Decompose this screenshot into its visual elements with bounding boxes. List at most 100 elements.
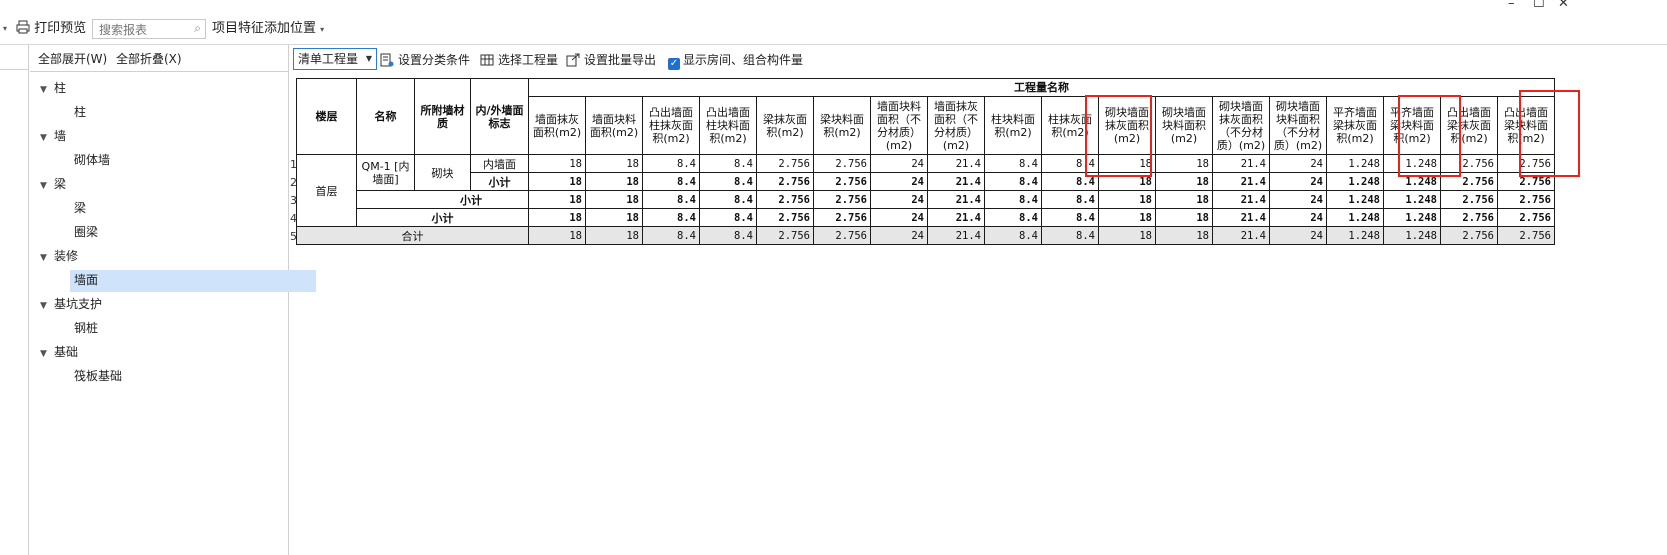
column-header: 凸出墙面柱抹灰面积(m2) xyxy=(642,96,700,155)
column-header: 墙面块料面积(m2) xyxy=(585,96,643,155)
column-header: 墙面块料面积（不分材质）(m2) xyxy=(870,96,928,155)
table-cell: 2.756 xyxy=(1440,208,1498,227)
table-cell: 2.756 xyxy=(1497,208,1555,227)
table-cell: 18 xyxy=(1155,226,1213,245)
print-preview-button[interactable]: 打印预览 xyxy=(16,20,86,38)
tree-node[interactable]: ▼ 装修 xyxy=(40,245,78,267)
table-row: 首层 QM-1 [内墙面] 砌块 内墙面 18 18 8.4 8.4 2.756 2.756 24 2… xyxy=(296,154,1555,227)
tree-node[interactable]: 钢桩 xyxy=(74,317,98,339)
item-feature-dropdown[interactable]: 项目特征添加位置 ▾ xyxy=(212,20,324,38)
batch-export-button[interactable]: 设置批量导出 xyxy=(566,52,656,68)
tree-node[interactable]: ▼ 梁 xyxy=(40,173,66,195)
tree-node-label: 梁 xyxy=(74,201,87,215)
tree-node-label: 基坑支护 xyxy=(54,297,103,311)
tree-node[interactable]: 墙面 xyxy=(74,269,98,291)
table-cell: 21.4 xyxy=(927,172,985,191)
quantity-type-value: 清单工程量 xyxy=(298,52,359,66)
table-cell: 18 xyxy=(1098,172,1156,191)
tree-node-label: 柱 xyxy=(74,105,87,119)
table-cell: 8.4 xyxy=(699,208,757,227)
quantity-type-select[interactable]: 清单工程量 ▼ xyxy=(293,48,377,70)
search-icon[interactable]: ⌕ xyxy=(194,21,201,36)
expand-arrow-icon[interactable]: ▼ xyxy=(40,79,50,101)
tree-node[interactable]: 砌体墙 xyxy=(74,149,110,171)
table-cell: 24 xyxy=(1269,208,1327,227)
left-collapsed-strip xyxy=(0,45,29,555)
tree-node[interactable]: ▼ 柱 xyxy=(40,77,66,99)
column-header: 柱抹灰面积(m2) xyxy=(1041,96,1099,155)
chevron-down-icon[interactable]: ▾ xyxy=(3,20,7,38)
close-icon[interactable]: ✕ xyxy=(1558,0,1569,11)
expand-arrow-icon[interactable]: ▼ xyxy=(40,127,50,149)
header-floor: 楼层 xyxy=(296,78,357,155)
table-cell: 24 xyxy=(870,190,928,209)
column-header: 凸出墙面柱块料面积(m2) xyxy=(699,96,757,155)
title-bar: – ☐ ✕ xyxy=(0,0,1667,15)
table-cell: 18 xyxy=(528,172,586,191)
expand-arrow-icon[interactable]: ▼ xyxy=(40,175,50,197)
table-cell: 1.248 xyxy=(1383,226,1441,245)
tree-node[interactable]: ▼ 基础 xyxy=(40,341,78,363)
tree-node[interactable]: 柱 xyxy=(74,101,86,123)
table-cell: 1.248 xyxy=(1326,154,1384,173)
table-cell: 18 xyxy=(1155,190,1213,209)
floor-cell: 首层 xyxy=(296,154,357,227)
table-cell: 18 xyxy=(1098,154,1156,173)
show-rooms-checkbox[interactable]: ✓ 显示房间、组合构件量 xyxy=(668,52,804,70)
select-quantity-button[interactable]: 选择工程量 xyxy=(480,52,558,68)
component-name-cell: QM-1 [内墙面] xyxy=(356,154,415,191)
table-cell: 24 xyxy=(870,172,928,191)
tree-node[interactable]: 圈梁 xyxy=(74,221,98,243)
expand-all-button[interactable]: 全部展开(W) xyxy=(38,50,107,67)
table-cell: 21.4 xyxy=(927,154,985,173)
tree-node[interactable]: 梁 xyxy=(74,197,86,219)
column-header: 砌块墙面抹灰面积(m2) xyxy=(1098,96,1156,155)
tree-node[interactable]: ▼ 基坑支护 xyxy=(40,293,102,315)
table-cell: 1.248 xyxy=(1383,154,1441,173)
tree-node[interactable]: ▼ 墙 xyxy=(40,125,66,147)
side-cell: 内墙面 xyxy=(470,154,529,173)
column-header: 墙面抹灰面积（不分材质）(m2) xyxy=(927,96,985,155)
table-cell: 24 xyxy=(870,208,928,227)
table-cell: 18 xyxy=(585,172,643,191)
total-cell: 合计 xyxy=(296,226,529,245)
report-search[interactable]: ⌕ xyxy=(92,19,206,39)
table-cell: 21.4 xyxy=(1212,226,1270,245)
checkbox-checked-icon[interactable]: ✓ xyxy=(668,58,680,70)
column-header: 梁块料面积(m2) xyxy=(813,96,871,155)
column-header: 凸出墙面梁抹灰面积(m2) xyxy=(1440,96,1498,155)
maximize-icon[interactable]: ☐ xyxy=(1533,0,1545,11)
table-cell: 2.756 xyxy=(756,154,814,173)
table-cell: 2.756 xyxy=(1497,226,1555,245)
show-rooms-label: 显示房间、组合构件量 xyxy=(683,53,804,67)
table-cell: 24 xyxy=(1269,154,1327,173)
table-row: 小计 18 18 8.4 8.4 2.756 2.756 24 21.4 8.4 8.4 18 18 21… xyxy=(297,208,1555,227)
tree-header: 全部展开(W) 全部折叠(X) xyxy=(30,45,288,72)
collapse-all-button[interactable]: 全部折叠(X) xyxy=(116,50,182,67)
expand-arrow-icon[interactable]: ▼ xyxy=(40,295,50,317)
search-input[interactable] xyxy=(97,21,189,39)
table-cell: 18 xyxy=(1098,208,1156,227)
table-cell: 1.248 xyxy=(1326,226,1384,245)
minimize-icon[interactable]: – xyxy=(1508,0,1515,11)
set-category-button[interactable]: 设置分类条件 xyxy=(380,52,470,68)
subtotal-cell: 小计 xyxy=(470,172,529,191)
table-cell: 21.4 xyxy=(927,226,985,245)
header-quantity-group: 工程量名称 xyxy=(528,78,1555,97)
table-cell: 2.756 xyxy=(1440,172,1498,191)
subtotal-cell: 小计 xyxy=(356,208,529,227)
table-cell: 8.4 xyxy=(642,208,700,227)
expand-arrow-icon[interactable]: ▼ xyxy=(40,343,50,365)
table-cell: 1.248 xyxy=(1383,190,1441,209)
tree-node[interactable]: 筏板基础 xyxy=(74,365,122,387)
category-icon xyxy=(380,53,394,67)
table-cell: 8.4 xyxy=(984,172,1042,191)
table-row: 小计 18 18 8.4 8.4 2.756 2.756 24 21.4 8.4 8.4 18 18 21… xyxy=(297,190,1555,209)
tree-node-label: 砌体墙 xyxy=(74,153,111,167)
table-cell: 18 xyxy=(528,208,586,227)
table-toolbar: 清单工程量 ▼ 设置分类条件 选择工程量 设置批量导出 ✓ 显示房间、组合构件量 xyxy=(290,45,1667,73)
expand-arrow-icon[interactable]: ▼ xyxy=(40,247,50,269)
table-cell: 8.4 xyxy=(699,154,757,173)
set-category-label: 设置分类条件 xyxy=(398,53,471,67)
report-toolbar: ▾ 打印预览 ⌕ 项目特征添加位置 ▾ xyxy=(0,14,1667,45)
